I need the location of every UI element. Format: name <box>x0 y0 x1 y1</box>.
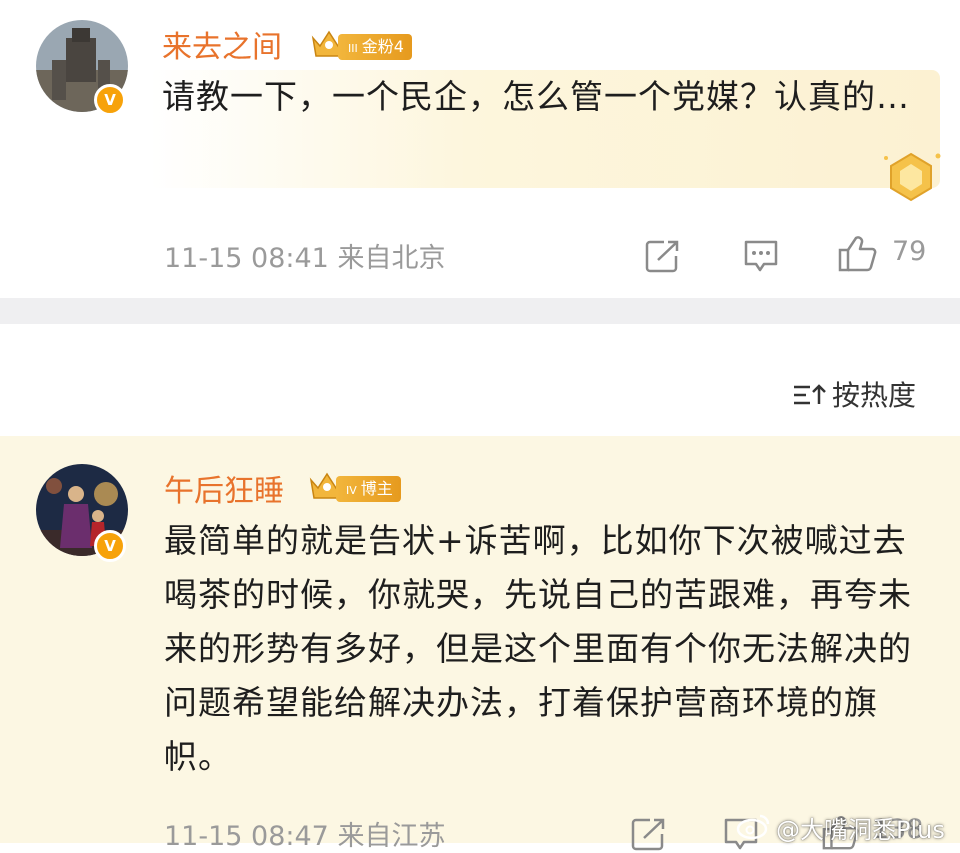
timestamp: 11-15 08:41 <box>164 243 329 274</box>
comment-icon[interactable] <box>742 238 780 274</box>
verified-icon: V <box>94 530 126 562</box>
like-count: 79 <box>892 236 927 267</box>
badge-label: 博主 <box>360 479 393 498</box>
share-icon[interactable] <box>630 816 668 852</box>
username[interactable]: 来去之间 <box>162 22 282 66</box>
username[interactable]: 午后狂睡 <box>164 466 284 510</box>
sort-button[interactable]: 按热度 <box>790 374 930 414</box>
fan-badge[interactable]: III 金粉4 <box>338 34 412 60</box>
weibo-logo-icon <box>736 814 770 840</box>
section-divider <box>0 298 960 324</box>
watermark-text: @大嘴洞悉Plus <box>776 816 945 844</box>
comment-meta: 11-15 08:47 来自江苏 <box>164 814 445 853</box>
location: 来自江苏 <box>337 821 446 852</box>
verified-icon: V <box>94 84 126 116</box>
badge-level: IV <box>346 484 357 497</box>
gold-coin-icon <box>884 152 941 202</box>
comment-text: 请教一下，一个民企，怎么管一个党媒？认真的… <box>162 77 910 116</box>
blogger-badge[interactable]: IV 博主 <box>336 476 401 502</box>
comment-meta: 11-15 08:41 来自北京 <box>164 236 445 275</box>
location: 来自北京 <box>337 243 446 274</box>
comment-text: 最简单的就是告状+诉苦啊，比如你下次被喊过去喝茶的时候，你就哭，先说自己的苦跟难… <box>164 521 912 776</box>
sort-label: 按热度 <box>832 379 917 412</box>
badge-label: 金粉4 <box>361 37 404 56</box>
badge-level: III <box>348 42 358 55</box>
sort-icon <box>794 384 826 405</box>
comment-card: V 午后狂睡 IV 博主 最简单的就是告状+诉苦啊，比如你下次被喊过去喝茶的时候，… <box>0 436 960 852</box>
comment-card: V 来去之间 III 金粉4 请教一下，一个民企，怎么管一个党媒？认真的… 11-… <box>0 0 960 298</box>
sort-bar: 按热度 <box>0 324 960 436</box>
timestamp: 11-15 08:47 <box>164 821 329 852</box>
like-icon[interactable] <box>836 234 878 274</box>
share-icon[interactable] <box>644 238 682 274</box>
